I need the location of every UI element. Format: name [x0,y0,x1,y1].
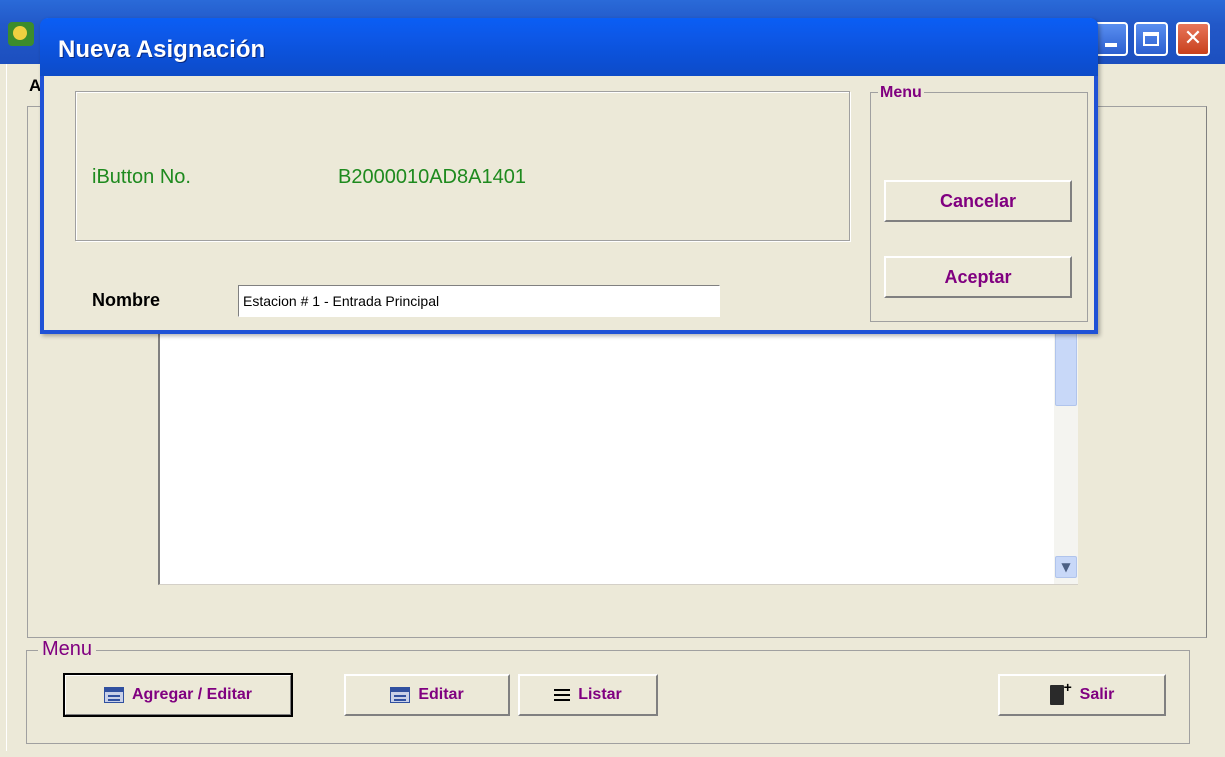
scroll-down-button[interactable]: ▼ [1055,556,1077,578]
agregar-editar-button[interactable]: Agregar / Editar [63,673,293,717]
maximize-icon [1143,32,1159,46]
editar-button[interactable]: Editar [344,674,510,716]
minimize-button[interactable] [1094,22,1128,56]
cancelar-label: Cancelar [939,190,1017,211]
aceptar-button[interactable]: Aceptar [884,256,1072,298]
minimize-icon [1105,43,1117,47]
dialog-title: Nueva Asignación [58,36,266,63]
cancelar-button[interactable]: Cancelar [884,180,1072,222]
listar-label: Listar [578,686,622,703]
aceptar-label: Aceptar [944,266,1012,287]
exit-door-icon [1049,679,1072,705]
nombre-input[interactable] [238,285,720,317]
scrollbar-thumb[interactable] [1055,330,1077,406]
close-icon: ✕ [1183,26,1203,51]
dialog-menu-legend: Menu [878,84,924,102]
records-list[interactable]: ▼ [158,330,1078,585]
salir-label: Salir [1079,686,1115,703]
close-button[interactable]: ✕ [1176,22,1210,56]
app-icon [8,22,34,46]
calendar-edit-icon [103,687,124,703]
bottom-menu-legend: Menu [38,638,97,661]
editar-label: Editar [418,686,464,703]
ibutton-label: iButton No. [92,166,191,188]
vertical-scrollbar[interactable]: ▼ [1054,330,1078,584]
ibutton-value: B2000010AD8A1401 [338,166,526,188]
agregar-editar-label: Agregar / Editar [131,686,253,703]
nombre-label: Nombre [92,290,161,310]
maximize-button[interactable] [1134,22,1168,56]
listar-button[interactable]: Listar [518,674,658,716]
list-icon [554,689,571,701]
dialog-titlebar[interactable]: Nueva Asignación [40,18,1098,76]
chevron-down-icon: ▼ [1061,560,1071,574]
calendar-edit-icon [390,687,411,703]
dialog-body: iButton No. B2000010AD8A1401 Nombre Menu… [44,76,1094,330]
salir-button[interactable]: Salir [998,674,1166,716]
nueva-asignacion-dialog: Nueva Asignación iButton No. B2000010AD8… [40,18,1098,334]
